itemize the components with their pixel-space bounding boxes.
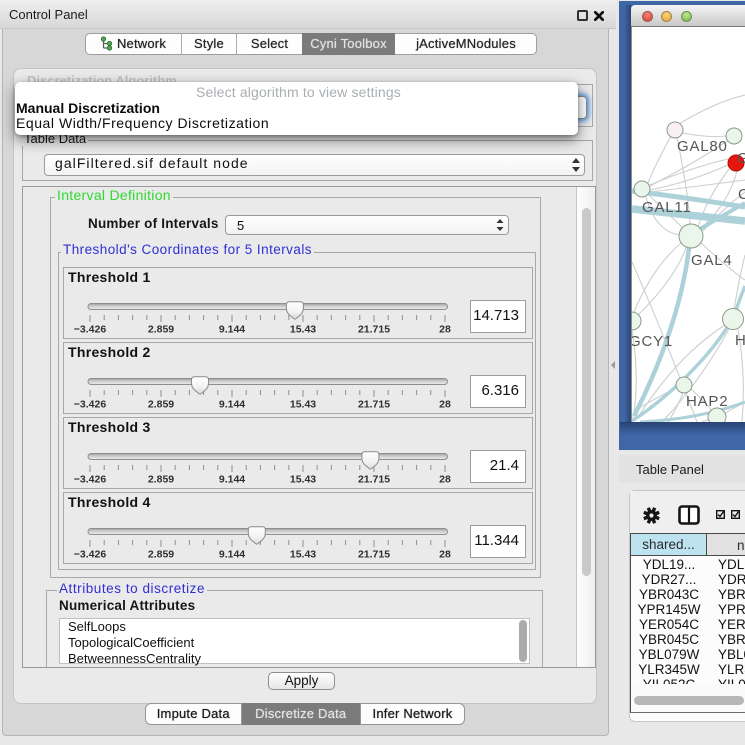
svg-text:15.43: 15.43 (290, 474, 316, 486)
svg-text:28: 28 (439, 474, 451, 486)
svg-text:21.715: 21.715 (358, 549, 390, 561)
svg-text:21.715: 21.715 (358, 399, 390, 411)
svg-text:−3.426: −3.426 (74, 399, 107, 411)
svg-text:GAL11: GAL11 (642, 199, 692, 216)
svg-text:9.144: 9.144 (219, 399, 245, 411)
svg-text:28: 28 (439, 549, 451, 561)
svg-text:2.859: 2.859 (148, 324, 174, 336)
svg-text:2.859: 2.859 (148, 399, 174, 411)
svg-text:15.43: 15.43 (290, 399, 316, 411)
svg-text:−3.426: −3.426 (74, 474, 107, 486)
svg-text:9.144: 9.144 (219, 474, 245, 486)
svg-text:9.144: 9.144 (219, 324, 245, 336)
svg-text:15.43: 15.43 (290, 549, 316, 561)
svg-text:HAP2: HAP2 (686, 393, 728, 410)
svg-text:2.859: 2.859 (148, 474, 174, 486)
svg-text:C: C (738, 186, 745, 203)
svg-text:GCY1: GCY1 (632, 333, 673, 350)
svg-text:−3.426: −3.426 (74, 549, 107, 561)
svg-text:28: 28 (439, 399, 451, 411)
svg-text:GA: GA (737, 150, 745, 167)
svg-text:GAL4: GAL4 (691, 252, 733, 269)
svg-text:H: H (735, 332, 745, 349)
svg-text:2.859: 2.859 (148, 549, 174, 561)
svg-text:−3.426: −3.426 (74, 324, 107, 336)
svg-text:9.144: 9.144 (219, 549, 245, 561)
svg-text:15.43: 15.43 (290, 324, 316, 336)
svg-text:21.715: 21.715 (358, 474, 390, 486)
svg-text:GAL80: GAL80 (677, 138, 728, 155)
svg-text:28: 28 (439, 324, 451, 336)
svg-text:21.715: 21.715 (358, 324, 390, 336)
